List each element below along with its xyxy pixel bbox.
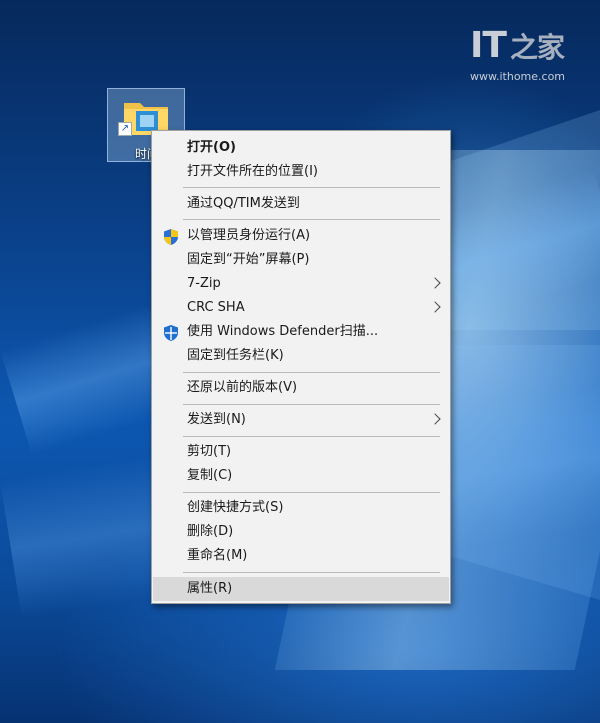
- menu-item-pin-to-start[interactable]: 固定到“开始”屏幕(P): [153, 248, 449, 272]
- menu-item-send-to[interactable]: 发送到(N): [153, 408, 449, 432]
- menu-item-defender-scan[interactable]: 使用 Windows Defender扫描...: [153, 320, 449, 344]
- menu-separator: [183, 372, 440, 373]
- menu-item-run-as-admin[interactable]: 以管理员身份运行(A): [153, 224, 449, 248]
- watermark-url: www.ithome.com: [470, 70, 566, 83]
- menu-item-properties[interactable]: 属性(R): [153, 577, 449, 601]
- uac-shield-icon: [164, 229, 178, 245]
- context-menu: 打开(O) 打开文件所在的位置(I) 通过QQ/TIM发送到 以管理员身份运行(…: [151, 130, 451, 604]
- menu-separator: [183, 492, 440, 493]
- menu-item-create-shortcut[interactable]: 创建快捷方式(S): [153, 496, 449, 520]
- menu-separator: [183, 404, 440, 405]
- shortcut-arrow-icon: ↗: [118, 122, 132, 136]
- ithome-watermark: IT 之家 www.ithome.com: [470, 26, 580, 86]
- menu-item-open-file-location[interactable]: 打开文件所在的位置(I): [153, 160, 449, 184]
- menu-item-pin-to-taskbar[interactable]: 固定到任务栏(K): [153, 344, 449, 368]
- windows-defender-icon: [164, 325, 178, 341]
- ithome-logo: IT 之家: [470, 25, 565, 66]
- menu-item-cut[interactable]: 剪切(T): [153, 440, 449, 464]
- chevron-right-icon: [429, 277, 441, 289]
- menu-separator: [183, 436, 440, 437]
- chevron-right-icon: [429, 301, 441, 313]
- chevron-right-icon: [429, 413, 441, 425]
- menu-item-restore-previous-versions[interactable]: 还原以前的版本(V): [153, 376, 449, 400]
- menu-item-copy[interactable]: 复制(C): [153, 464, 449, 488]
- menu-separator: [183, 572, 440, 573]
- menu-item-open[interactable]: 打开(O): [153, 136, 449, 160]
- menu-item-send-via-qq[interactable]: 通过QQ/TIM发送到: [153, 192, 449, 216]
- menu-separator: [183, 187, 440, 188]
- menu-item-crc-sha[interactable]: CRC SHA: [153, 296, 449, 320]
- menu-item-7zip[interactable]: 7-Zip: [153, 272, 449, 296]
- menu-separator: [183, 219, 440, 220]
- menu-item-delete[interactable]: 删除(D): [153, 520, 449, 544]
- menu-item-rename[interactable]: 重命名(M): [153, 544, 449, 568]
